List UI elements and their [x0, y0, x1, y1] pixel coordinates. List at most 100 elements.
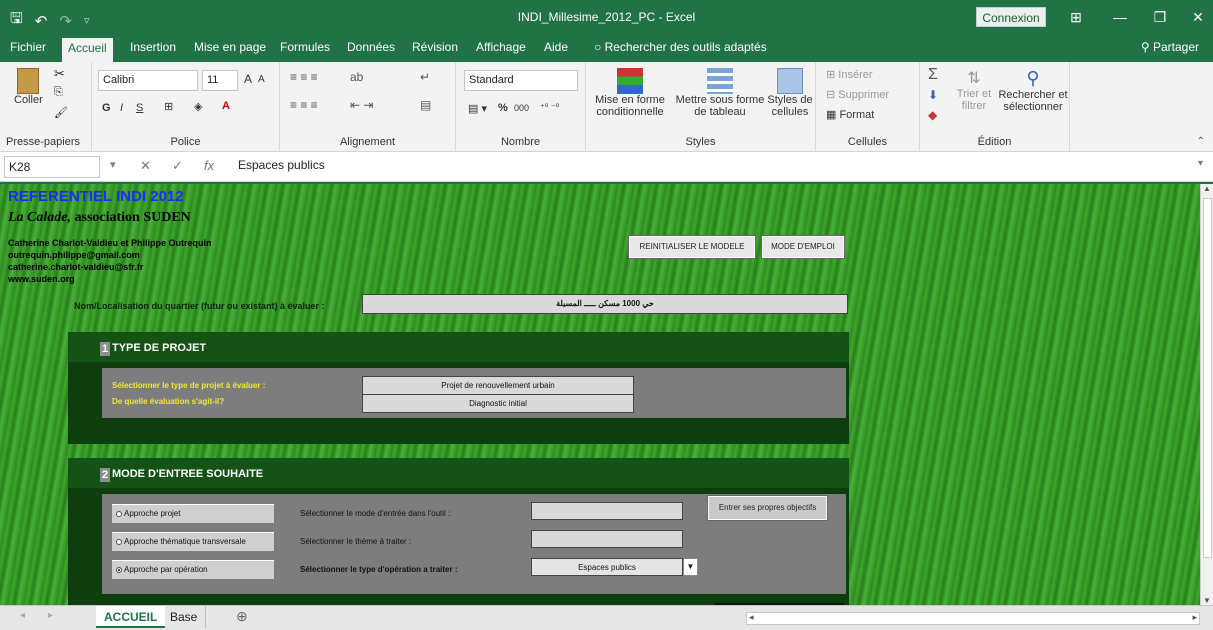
clear-icon[interactable]: ◆	[928, 108, 937, 122]
help-button[interactable]: MODE D'EMPLOI	[761, 235, 845, 259]
project-type-select[interactable]: Projet de renouvellement urbain	[362, 376, 634, 395]
styles-label: Styles	[685, 136, 716, 148]
next-sheet-icon[interactable]: ▸	[48, 610, 53, 621]
operation-label: Sélectionner le type d'opération a trait…	[300, 565, 458, 574]
operation-select[interactable]: Espaces publics	[531, 558, 683, 576]
chevron-down-icon[interactable]: ▼	[683, 558, 698, 576]
tab-formules[interactable]: Formules	[280, 40, 330, 54]
borders-icon[interactable]: ⊞	[164, 100, 173, 113]
name-box-dropdown-icon[interactable]: ▾	[110, 158, 116, 171]
mode-label: Sélectionner le mode d'entrée dans l'out…	[300, 509, 451, 518]
location-input[interactable]: حي 1000 مسكن ـــــ المسيلة	[362, 294, 848, 314]
vertical-scroll-thumb[interactable]	[1203, 198, 1212, 558]
bold-button[interactable]: G	[102, 102, 111, 114]
font-label: Police	[170, 136, 201, 148]
merge-icon[interactable]: ▤	[420, 98, 431, 112]
collapse-ribbon-icon[interactable]: ⌃	[1197, 136, 1205, 147]
tab-mise-en-page[interactable]: Mise en page	[194, 40, 266, 54]
font-color-icon[interactable]: A	[222, 100, 230, 112]
cancel-icon[interactable]: ✕	[140, 158, 151, 174]
section-1-title: TYPE DE PROJET	[112, 342, 207, 354]
fill-color-icon[interactable]: ◈	[194, 100, 202, 113]
orientation-icon[interactable]: ab	[350, 70, 363, 84]
autosum-icon[interactable]: Σ	[928, 66, 938, 84]
percent-button[interactable]: %	[498, 102, 508, 114]
tab-insertion[interactable]: Insertion	[130, 40, 176, 54]
worksheet[interactable]: REFERENTIEL INDI 2012 La Calade, associa…	[0, 184, 1200, 605]
tell-me-search[interactable]: ○ Rechercher des outils adaptés	[594, 40, 767, 54]
title-bar: 🖫 ↶ ↷ ▿ INDI_Millesime_2012_PC - Excel C…	[0, 0, 1213, 34]
fill-icon[interactable]: ⬇	[928, 88, 938, 102]
insert-button[interactable]: ⊞ Insérer	[826, 68, 873, 81]
shrink-font-button[interactable]: A	[258, 74, 265, 85]
authors-line: Catherine Charlot-Valdieu et Philippe Ou…	[8, 238, 212, 248]
grow-font-button[interactable]: A	[244, 72, 252, 86]
group-cells: ⊞ Insérer ⊟ Supprimer ▦ Format Cellules	[816, 62, 920, 152]
sort-filter-button[interactable]: ⇅ Trier et filtrer	[954, 68, 994, 112]
copy-icon[interactable]: ⎘	[54, 86, 63, 99]
connexion-button[interactable]: Connexion	[976, 7, 1046, 27]
enter-icon[interactable]: ✓	[172, 158, 183, 174]
format-as-table-button[interactable]: Mettre sous forme de tableau	[672, 68, 768, 118]
expand-formula-icon[interactable]: ▾	[1198, 158, 1203, 169]
vertical-scrollbar[interactable]: ▲ ▼	[1200, 184, 1213, 605]
indent-icon[interactable]: ⇤ ⇥	[350, 98, 373, 112]
minimize-button[interactable]: —	[1110, 7, 1130, 27]
font-size-select[interactable]: 11	[202, 70, 238, 91]
decimal-icon[interactable]: ⁺⁰ ⁻⁰	[540, 102, 559, 113]
sheet-tab-accueil[interactable]: ACCUEIL	[96, 606, 166, 628]
tab-affichage[interactable]: Affichage	[476, 40, 526, 54]
share-button[interactable]: ⚲ Partager	[1141, 40, 1199, 54]
location-label: Nom/Localisation du quartier (futur ou e…	[74, 301, 325, 311]
thousands-button[interactable]: 000	[514, 103, 529, 113]
add-sheet-icon[interactable]: ⊕	[236, 608, 248, 625]
format-painter-icon[interactable]: 🖌	[54, 106, 68, 119]
wrap-text-icon[interactable]: ↵	[420, 70, 430, 84]
ribbon-tabs: Fichier Accueil Insertion Mise en page F…	[0, 34, 1213, 62]
radio-approche-projet[interactable]: Approche projet	[112, 504, 274, 523]
tab-revision[interactable]: Révision	[412, 40, 458, 54]
own-objectives-button[interactable]: Entrer ses propres objectifs	[707, 495, 828, 521]
align-top-icon[interactable]: ≡ ≡ ≡	[290, 70, 318, 84]
mode-input[interactable]	[531, 502, 683, 520]
project-type-label: Sélectionner le type de projet à évaluer…	[112, 381, 266, 390]
font-name-select[interactable]: Calibri	[98, 70, 198, 91]
sheet-tab-bar: ◂ ▸ ACCUEIL Base ⊕ ◂ ▸	[0, 605, 1213, 630]
formula-input[interactable]: Espaces publics	[238, 158, 325, 172]
scroll-right-icon[interactable]: ▸	[1192, 612, 1197, 623]
format-button[interactable]: ▦ Format	[826, 108, 874, 121]
cell-styles-button[interactable]: Styles de cellules	[766, 68, 814, 118]
find-select-button[interactable]: ⚲ Rechercher et sélectionner	[998, 68, 1068, 113]
tab-accueil[interactable]: Accueil	[62, 38, 113, 62]
evaluation-select[interactable]: Diagnostic initial	[362, 394, 634, 413]
underline-button[interactable]: S	[136, 102, 143, 114]
tab-donnees[interactable]: Données	[347, 40, 395, 54]
radio-approche-thematique[interactable]: Approche thématique transversale	[112, 532, 274, 551]
currency-icon[interactable]: ▤ ▾	[468, 102, 487, 115]
theme-input[interactable]	[531, 530, 683, 548]
ribbon-display-icon[interactable]: ⊞	[1066, 7, 1086, 27]
reset-model-button[interactable]: REINITIALISER LE MODELE	[628, 235, 756, 259]
group-alignment: ≡ ≡ ≡ ab ≡ ≡ ≡ ⇤ ⇥ ↵ ▤ Alignement	[280, 62, 456, 152]
horizontal-scrollbar[interactable]: ◂ ▸	[746, 612, 1200, 625]
sheet-tab-base[interactable]: Base	[162, 606, 207, 628]
delete-button[interactable]: ⊟ Supprimer	[826, 88, 889, 101]
number-format-select[interactable]: Standard	[464, 70, 578, 91]
tab-aide[interactable]: Aide	[544, 40, 568, 54]
close-button[interactable]: ✕	[1188, 7, 1208, 27]
scroll-up-icon[interactable]: ▲	[1203, 184, 1211, 193]
name-box[interactable]: K28	[4, 156, 100, 178]
tab-fichier[interactable]: Fichier	[10, 40, 46, 54]
align-left-icon[interactable]: ≡ ≡ ≡	[290, 98, 318, 112]
conditional-format-button[interactable]: Mise en forme conditionnelle	[592, 68, 668, 118]
scroll-down-icon[interactable]: ▼	[1203, 596, 1211, 605]
paste-button[interactable]: Coller	[14, 68, 43, 106]
insert-function-icon[interactable]: fx	[204, 158, 214, 173]
group-styles: Mise en forme conditionnelle Mettre sous…	[586, 62, 816, 152]
radio-approche-operation[interactable]: Approche par opération	[112, 560, 274, 579]
italic-button[interactable]: I	[120, 102, 123, 114]
scroll-left-icon[interactable]: ◂	[749, 612, 754, 623]
prev-sheet-icon[interactable]: ◂	[20, 610, 25, 621]
restore-button[interactable]: ❐	[1150, 7, 1170, 27]
cut-icon[interactable]: ✂	[54, 66, 65, 82]
